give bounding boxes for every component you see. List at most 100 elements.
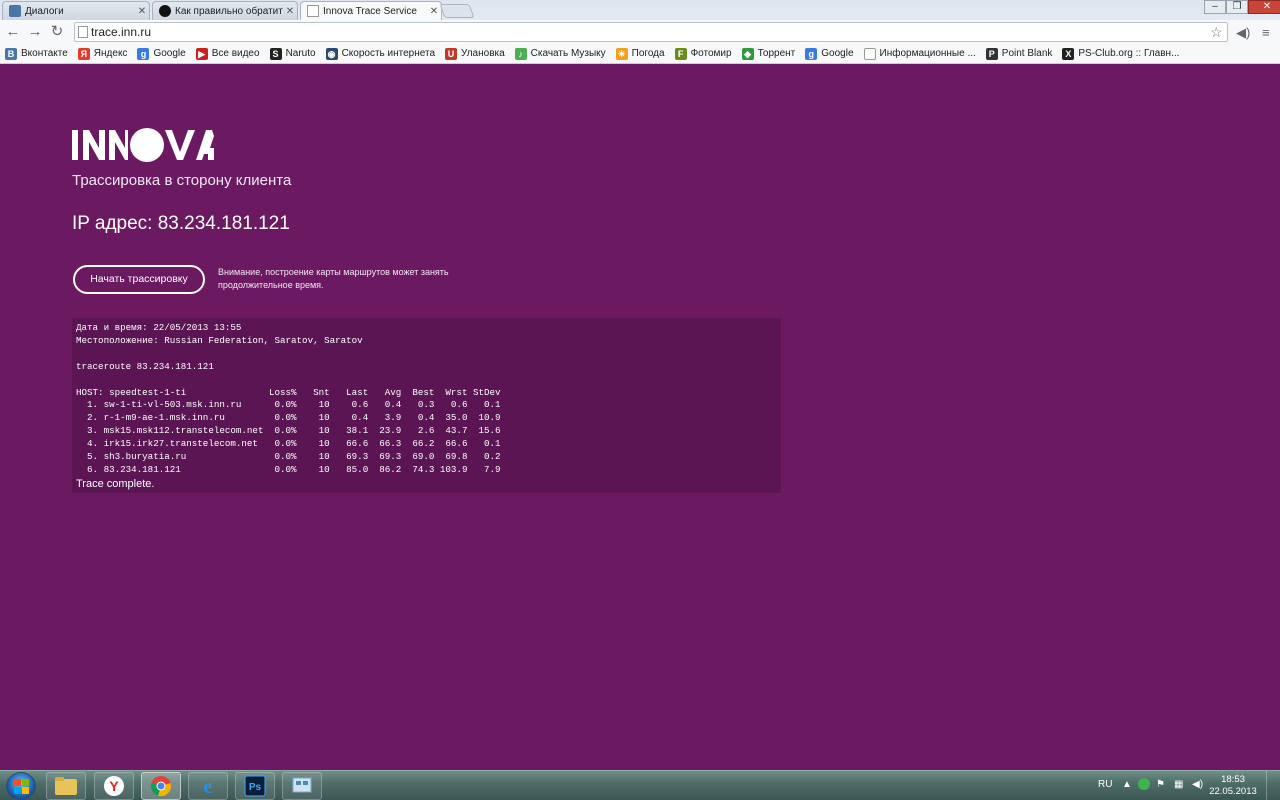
close-tab-icon[interactable]: ✕ [283, 6, 297, 17]
ie-icon: e [204, 776, 213, 797]
minimize-button[interactable]: – [1204, 0, 1226, 14]
taskbar-explorer[interactable] [46, 772, 86, 800]
psclub-icon: X [1062, 47, 1075, 60]
google-icon: g [137, 47, 150, 60]
trace-output: Дата и время: 22/05/2013 13:55 Местополо… [72, 318, 781, 493]
bookmark-label: Фотомир [690, 48, 732, 59]
bookmark-label: Улановка [461, 48, 505, 59]
close-window-button[interactable]: ✕ [1248, 0, 1280, 14]
taskbar-app[interactable] [282, 772, 322, 800]
tab-title: Диалоги [25, 5, 64, 17]
tab-title: Как правильно обратить [175, 5, 283, 17]
bookmark-item[interactable]: ◆ Торрент [741, 47, 795, 60]
page-content: Трассировка в сторону клиента IP адрес: … [0, 64, 1280, 770]
taskbar-ie[interactable]: e [188, 772, 228, 800]
bookmark-label: Google [153, 48, 186, 59]
taskbar: Y e Ps RU ▲ ⚑ ▦ ◀) 18:53 22.05.2013 [0, 770, 1280, 800]
tab-strip: Диалоги ✕ Как правильно обратить ✕ Innov… [0, 0, 1280, 20]
restore-button[interactable]: ❐ [1226, 0, 1248, 14]
ulanovka-icon: U [445, 47, 458, 60]
clock-time: 18:53 [1221, 774, 1245, 785]
tab-innova[interactable]: Innova Trace Service ✕ [300, 1, 442, 20]
network-tray-icon[interactable]: ▦ [1174, 779, 1183, 790]
close-tab-icon[interactable]: ✕ [135, 6, 149, 17]
google-icon: g [805, 47, 818, 60]
language-indicator[interactable]: RU [1098, 779, 1112, 790]
vk-icon: B [5, 47, 17, 60]
taskbar-photoshop[interactable]: Ps [235, 772, 275, 800]
bookmark-label: Naruto [285, 48, 316, 59]
speaker-icon[interactable]: ◀) [1236, 25, 1250, 41]
naruto-icon: S [269, 47, 282, 60]
yandex-icon: Я [77, 47, 90, 60]
svg-text:Ps: Ps [249, 782, 262, 793]
bookmark-label: Скорость интернета [341, 48, 436, 59]
trace-command: traceroute 83.234.181.121 [76, 360, 214, 372]
photo-icon: F [674, 47, 687, 60]
page-icon [863, 47, 876, 60]
bookmark-item[interactable]: g Google [805, 47, 854, 60]
clock-date: 22.05.2013 [1209, 786, 1257, 797]
bookmark-item[interactable]: g Google [137, 47, 186, 60]
bookmark-item[interactable]: Я Яндекс [77, 47, 128, 60]
flag-tray-icon[interactable]: ⚑ [1156, 779, 1165, 790]
folder-icon [55, 777, 77, 795]
bookmark-item[interactable]: ☀ Погода [615, 47, 665, 60]
bookmark-item[interactable]: ▶ Все видео [195, 47, 260, 60]
show-desktop-button[interactable] [1266, 771, 1280, 800]
yandex-browser-icon: Y [104, 776, 124, 796]
toolbar: ← → ↻ trace.inn.ru ☆ ◀) ≡ [0, 20, 1280, 44]
system-clock[interactable]: 18:53 22.05.2013 [1208, 774, 1258, 798]
browser-chrome: Диалоги ✕ Как правильно обратить ✕ Innov… [0, 0, 1280, 64]
bookmark-star-icon[interactable]: ☆ [1210, 24, 1223, 41]
svg-text:e: e [204, 776, 213, 797]
windows-logo-icon [14, 779, 29, 794]
speedtest-icon: ◉ [325, 47, 338, 60]
bookmark-item[interactable]: F Фотомир [674, 47, 732, 60]
back-arrow-icon[interactable]: ← [4, 23, 22, 41]
bookmark-label: Вконтакте [21, 48, 68, 59]
weather-icon: ☀ [615, 47, 628, 60]
tab-dialogs[interactable]: Диалоги ✕ [2, 1, 150, 20]
bookmark-label: Скачать Музыку [530, 48, 606, 59]
taskbar-yandex[interactable]: Y [94, 772, 134, 800]
utorrent-tray-icon[interactable] [1138, 778, 1150, 793]
page-subtitle: Трассировка в сторону клиента [72, 172, 292, 189]
tab-title: Innova Trace Service [323, 5, 417, 17]
blank-line [76, 374, 777, 387]
tab-how-to[interactable]: Как правильно обратить ✕ [152, 1, 298, 20]
menu-icon[interactable]: ≡ [1262, 25, 1270, 40]
torrent-icon: ◆ [741, 47, 754, 60]
trace-hop: 1. sw-1-ti-vl-503.msk.inn.ru 0.0% 10 0.6… [76, 399, 501, 411]
bookmark-label: Point Blank [1001, 48, 1053, 59]
bookmark-item[interactable]: P Point Blank [985, 47, 1053, 60]
start-button[interactable] [6, 772, 36, 800]
bookmark-label: Яндекс [93, 48, 128, 59]
trace-location: Местоположение: Russian Federation, Sara… [76, 334, 363, 346]
page-icon [78, 26, 88, 38]
bookmark-item[interactable]: U Улановка [445, 47, 505, 60]
youtube-icon: ▶ [195, 47, 208, 60]
bookmarks-bar: B Вконтакте Я Яндекс g Google ▶ Все видео S Narut… [0, 44, 1280, 64]
bookmark-item[interactable]: ♪ Скачать Музыку [514, 47, 606, 60]
taskbar-chrome[interactable] [141, 772, 181, 800]
new-tab-button[interactable] [439, 4, 475, 18]
bookmark-item[interactable]: ◉ Скорость интернета [325, 47, 436, 60]
trace-hop: 2. r-1-m9-ae-1.msk.inn.ru 0.0% 10 0.4 3.… [76, 412, 501, 424]
bookmark-item[interactable]: Информационные ... [863, 47, 976, 60]
paw-icon [159, 5, 171, 17]
trace-hop: 5. sh3.buryatia.ru 0.0% 10 69.3 69.3 69.… [76, 451, 501, 463]
bookmark-item[interactable]: S Naruto [269, 47, 316, 60]
music-icon: ♪ [514, 47, 527, 60]
bookmark-item[interactable]: X PS-Club.org :: Главн... [1062, 47, 1179, 60]
volume-tray-icon[interactable]: ◀) [1192, 779, 1203, 790]
reload-icon[interactable]: ↻ [48, 23, 66, 41]
address-bar[interactable]: trace.inn.ru [74, 22, 1228, 42]
bookmark-item[interactable]: B Вконтакте [5, 47, 68, 60]
vk-icon [9, 5, 21, 17]
trace-hop: 6. 83.234.181.121 0.0% 10 85.0 86.2 74.3… [76, 463, 501, 475]
forward-arrow-icon[interactable]: → [26, 23, 44, 41]
show-hidden-icons[interactable]: ▲ [1122, 779, 1132, 790]
start-trace-button[interactable]: Начать трассировку [73, 265, 205, 294]
close-tab-icon[interactable]: ✕ [427, 6, 441, 17]
